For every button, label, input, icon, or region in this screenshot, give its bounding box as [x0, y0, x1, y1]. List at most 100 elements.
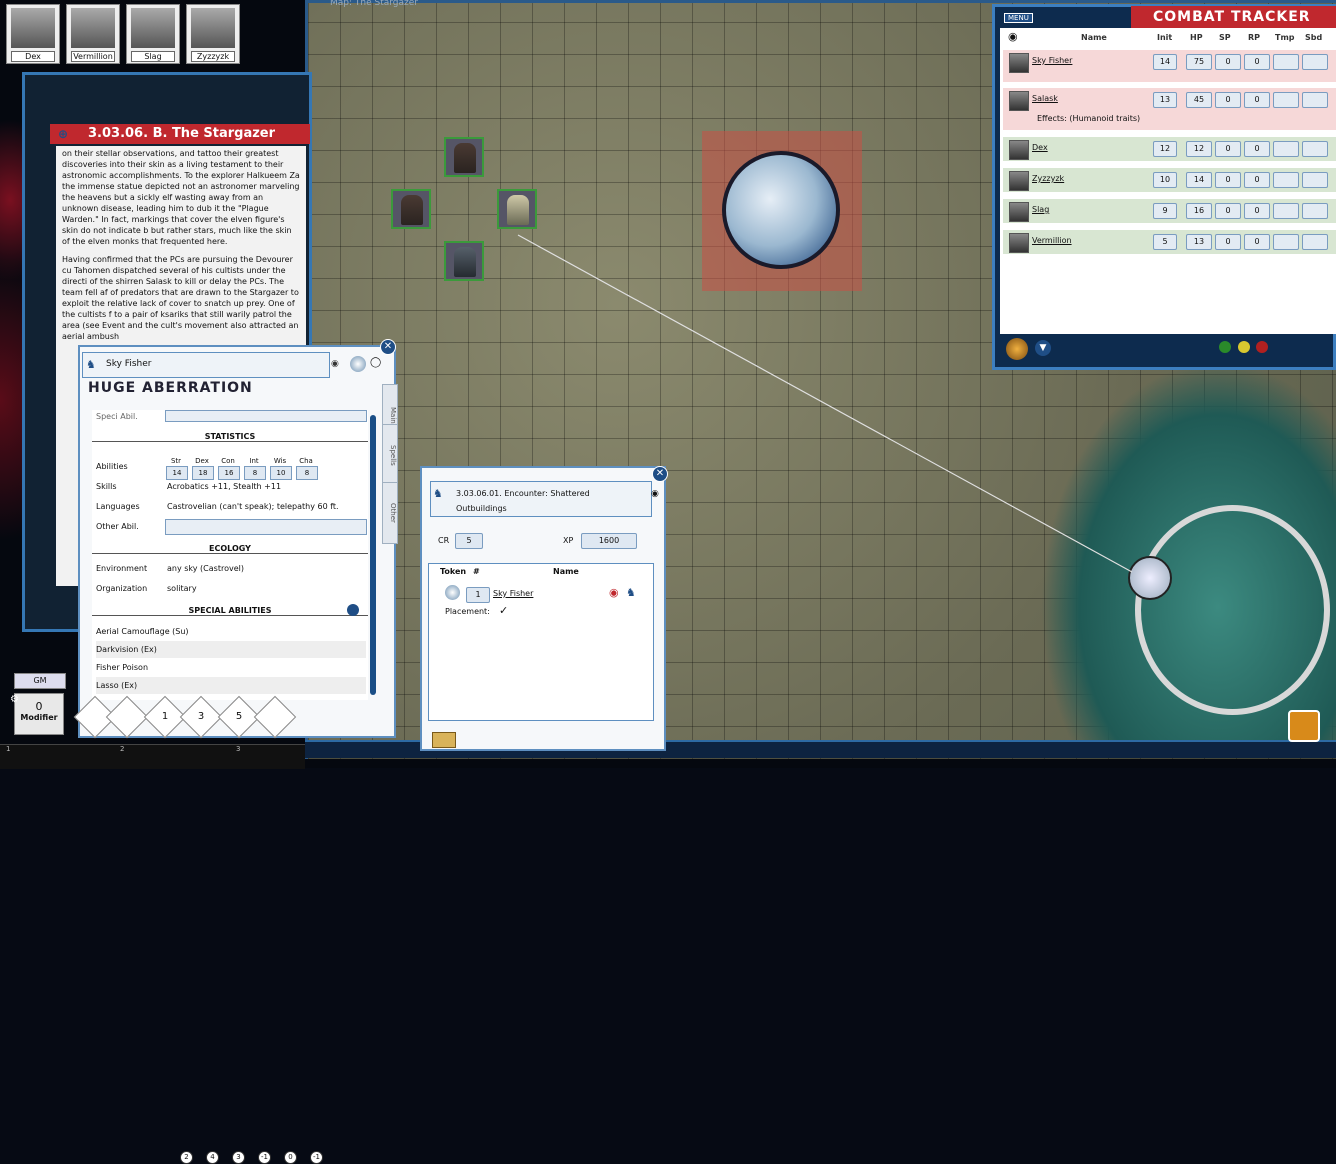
ability-str[interactable]: Str 14 2: [166, 457, 193, 1164]
combatant-effects[interactable]: Effects: (Humanoid traits): [1037, 114, 1140, 123]
link-icon[interactable]: ⊕: [58, 127, 72, 141]
combatant-hp[interactable]: 16: [1186, 203, 1212, 219]
organization-value[interactable]: solitary: [167, 584, 197, 593]
cr-value[interactable]: 5: [455, 533, 483, 549]
portrait-vermillion[interactable]: Vermillion: [66, 4, 120, 64]
portrait-zyzzyzk[interactable]: Zyzzyzk: [186, 4, 240, 64]
placement-check-icon[interactable]: ✓: [499, 604, 508, 617]
combatant-init[interactable]: 10: [1153, 172, 1177, 188]
combatant-rp[interactable]: 0: [1244, 203, 1270, 219]
visibility-eye-icon[interactable]: ◉: [1008, 30, 1018, 43]
combatant-tmp[interactable]: [1273, 234, 1299, 250]
sky-fisher-token-icon[interactable]: [445, 585, 460, 600]
faction-foe-icon[interactable]: ◉: [609, 586, 619, 599]
compass-icon[interactable]: [1006, 338, 1028, 360]
map-token-zyzzyzk[interactable]: [444, 137, 484, 177]
ability-wis[interactable]: Wis 10 0: [270, 457, 297, 1164]
ability-cha[interactable]: Cha 8 -1: [296, 457, 323, 1164]
combatant-sp[interactable]: 0: [1215, 234, 1241, 250]
gear-icon[interactable]: ⚙: [10, 694, 19, 705]
combatant-hp[interactable]: 75: [1186, 54, 1212, 70]
combatant-sp[interactable]: 0: [1215, 172, 1241, 188]
faction-foe-icon[interactable]: [1256, 341, 1268, 353]
map-token-dex[interactable]: [391, 189, 431, 229]
link-icon[interactable]: ♞: [86, 358, 96, 371]
edit-icon[interactable]: [347, 604, 359, 616]
combatant-sbd[interactable]: [1302, 141, 1328, 157]
combatant-token-icon[interactable]: [1009, 53, 1029, 73]
combatant-rp[interactable]: 0: [1244, 172, 1270, 188]
combatant-hp[interactable]: 45: [1186, 92, 1212, 108]
combatant-hp[interactable]: 12: [1186, 141, 1212, 157]
combatant-row[interactable]: Sky Fisher 14 75 0 0: [1003, 50, 1336, 82]
languages-value[interactable]: Castrovelian (can't speak); telepathy 60…: [167, 502, 339, 511]
npc-scrollbar[interactable]: [370, 415, 376, 695]
combatant-token-icon[interactable]: [1009, 171, 1029, 191]
combatant-init[interactable]: 13: [1153, 92, 1177, 108]
combatant-name[interactable]: Vermillion: [1032, 236, 1072, 245]
close-icon[interactable]: ✕: [380, 339, 396, 355]
combatant-token-icon[interactable]: [1009, 140, 1029, 160]
combatant-row[interactable]: Vermillion 5 13 0 0: [1003, 230, 1336, 254]
combatant-rp[interactable]: 0: [1244, 92, 1270, 108]
sky-fisher-map-token[interactable]: [722, 151, 840, 269]
hotbar-slot[interactable]: 3: [236, 745, 240, 753]
tab-other[interactable]: Other: [382, 482, 398, 544]
environment-value[interactable]: any sky (Castrovel): [167, 564, 244, 573]
other-abilities-field[interactable]: [165, 519, 367, 535]
close-icon[interactable]: ✕: [652, 466, 668, 482]
combatant-sp[interactable]: 0: [1215, 54, 1241, 70]
combatant-sbd[interactable]: [1302, 203, 1328, 219]
portrait-slag[interactable]: Slag: [126, 4, 180, 64]
lock-icon[interactable]: ◉: [651, 489, 659, 499]
hotbar-slot[interactable]: 2: [120, 745, 124, 753]
combatant-rp[interactable]: 0: [1244, 54, 1270, 70]
combatant-token-icon[interactable]: [1009, 91, 1029, 111]
menu-button[interactable]: MENU: [1004, 13, 1033, 23]
combatant-token-icon[interactable]: [1009, 202, 1029, 222]
ability-int[interactable]: Int 8 -1: [244, 457, 271, 1164]
combatant-init[interactable]: 9: [1153, 203, 1177, 219]
combatant-sbd[interactable]: [1302, 234, 1328, 250]
combatant-init[interactable]: 12: [1153, 141, 1177, 157]
envelope-icon[interactable]: [432, 732, 456, 748]
combatant-rp[interactable]: 0: [1244, 234, 1270, 250]
combatant-tmp[interactable]: [1273, 203, 1299, 219]
combatant-row[interactable]: Slag 9 16 0 0: [1003, 199, 1336, 223]
combatant-sbd[interactable]: [1302, 172, 1328, 188]
special-ability-row[interactable]: Lasso (Ex): [96, 677, 366, 694]
combatant-tmp[interactable]: [1273, 172, 1299, 188]
combatant-row[interactable]: Zyzzyzk 10 14 0 0: [1003, 168, 1336, 192]
combatant-tmp[interactable]: [1273, 141, 1299, 157]
link-icon[interactable]: ♞: [433, 487, 443, 500]
skills-value[interactable]: Acrobatics +11, Stealth +11: [167, 482, 281, 491]
combatant-tmp[interactable]: [1273, 54, 1299, 70]
faction-friend-icon[interactable]: [1219, 341, 1231, 353]
map-toolbar-icon[interactable]: [1288, 710, 1320, 742]
special-abilities-field[interactable]: [165, 410, 367, 422]
combatant-sp[interactable]: 0: [1215, 92, 1241, 108]
combatant-name[interactable]: Dex: [1032, 143, 1048, 152]
combatant-token-icon[interactable]: [1009, 233, 1029, 253]
lock-icon[interactable]: ◉: [331, 359, 339, 369]
chevron-down-icon[interactable]: ▼: [1035, 340, 1051, 356]
combatant-init[interactable]: 5: [1153, 234, 1177, 250]
combatant-tmp[interactable]: [1273, 92, 1299, 108]
special-ability-row[interactable]: Fisher Poison: [96, 659, 366, 676]
combatant-name[interactable]: Salask: [1032, 94, 1058, 103]
chat-bubble-icon[interactable]: ◯: [370, 357, 381, 368]
special-ability-row[interactable]: Darkvision (Ex): [96, 641, 366, 658]
combatant-hp[interactable]: 13: [1186, 234, 1212, 250]
combatant-row[interactable]: Dex 12 12 0 0: [1003, 137, 1336, 161]
faction-neutral-icon[interactable]: [1238, 341, 1250, 353]
hotbar-slot[interactable]: 1: [6, 745, 10, 753]
tab-spells[interactable]: Spells: [382, 424, 398, 486]
combatant-hp[interactable]: 14: [1186, 172, 1212, 188]
combatant-sbd[interactable]: [1302, 92, 1328, 108]
map-token-slag[interactable]: [444, 241, 484, 281]
combatant-sbd[interactable]: [1302, 54, 1328, 70]
ability-dex[interactable]: Dex 18 4: [192, 457, 219, 1164]
combatant-rp[interactable]: 0: [1244, 141, 1270, 157]
combatant-sp[interactable]: 0: [1215, 141, 1241, 157]
salask-map-token[interactable]: [1128, 556, 1172, 600]
